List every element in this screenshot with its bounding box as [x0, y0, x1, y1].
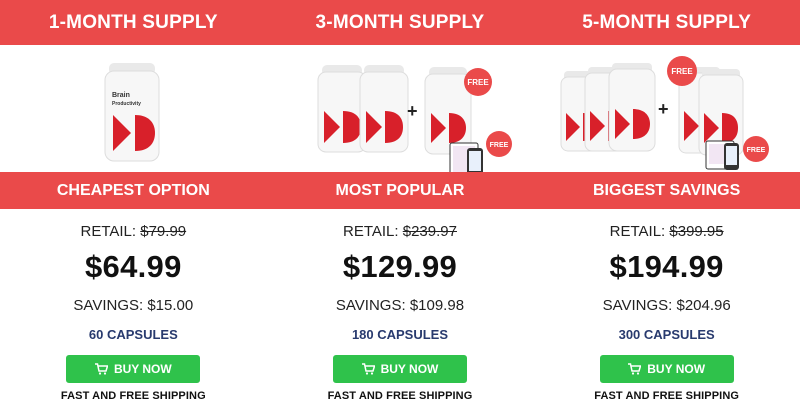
free-badge: FREE: [463, 68, 492, 96]
svg-text:FREE: FREE: [489, 142, 508, 149]
supply-header-band: 1-MONTH SUPPLY 3-MONTH SUPPLY 5-MONTH SU…: [0, 0, 800, 45]
price-band: RETAIL: $79.99 $64.99 SAVINGS: $15.00 60…: [0, 209, 800, 402]
tier-label-band: CHEAPEST OPTION MOST POPULAR BIGGEST SAV…: [0, 172, 800, 209]
plus-sign: +: [407, 101, 418, 121]
bottle: [359, 65, 409, 153]
svg-text:FREE: FREE: [672, 67, 694, 76]
capsule-count: 180 CAPSULES: [351, 327, 449, 342]
shipping-text: FAST AND FREE SHIPPING: [594, 390, 740, 402]
retail-label: RETAIL:: [609, 223, 666, 240]
bottle: [424, 67, 472, 155]
bottle: [317, 65, 367, 153]
savings-text: SAVINGS: $109.98: [335, 297, 465, 314]
svg-text:Productivity: Productivity: [112, 101, 141, 107]
ebook-devices: [449, 142, 483, 172]
tier-3-pricing: RETAIL: $399.95 $194.99 SAVINGS: $204.96…: [533, 209, 800, 402]
cart-icon: [628, 363, 642, 375]
ebook-devices: [705, 140, 740, 170]
retail-label: RETAIL:: [342, 223, 399, 240]
free-badge: FREE: [743, 136, 770, 162]
tier-3-title: 5-MONTH SUPPLY: [582, 11, 752, 33]
savings-text: SAVINGS: $204.96: [602, 297, 731, 314]
tier-2-title: 3-MONTH SUPPLY: [315, 11, 485, 33]
retail-price-line: RETAIL: $79.99: [0, 223, 267, 240]
bottle: Brain Productivity: [104, 63, 160, 162]
retail-price: $399.95: [669, 223, 724, 240]
free-badge: FREE: [485, 131, 512, 157]
plus-sign: +: [658, 99, 669, 119]
sale-price: $129.99: [342, 249, 458, 284]
buy-now-label: BUY NOW: [380, 362, 439, 376]
product-image-band: Brain Productivity + FREE FREE + FREE FR…: [0, 45, 800, 172]
svg-text:FREE: FREE: [747, 147, 766, 154]
buy-now-button[interactable]: BUY NOW: [599, 355, 734, 383]
retail-price: $79.99: [140, 223, 187, 240]
tier-3-label: BIGGEST SAVINGS: [593, 181, 741, 199]
tier-1-pricing: RETAIL: $79.99 $64.99 SAVINGS: $15.00 60…: [0, 209, 267, 402]
capsule-count: 60 CAPSULES: [88, 327, 178, 342]
bottle: [608, 63, 656, 152]
retail-price-line: RETAIL: $399.95: [533, 223, 800, 240]
cart-icon: [94, 363, 108, 375]
tier-3-product-image: + FREE FREE: [533, 45, 800, 172]
tier-2-pricing: RETAIL: $239.97 $129.99 SAVINGS: $109.98…: [267, 209, 534, 402]
svg-text:Brain: Brain: [112, 92, 130, 99]
capsule-count: 300 CAPSULES: [618, 327, 715, 342]
tier-1-label: CHEAPEST OPTION: [56, 181, 210, 199]
cart-icon: [361, 363, 375, 375]
svg-text:FREE: FREE: [467, 78, 489, 87]
shipping-text: FAST AND FREE SHIPPING: [327, 390, 473, 402]
buy-now-label: BUY NOW: [113, 362, 172, 376]
free-badge: FREE: [667, 56, 698, 86]
shipping-text: FAST AND FREE SHIPPING: [60, 390, 206, 402]
retail-label: RETAIL:: [80, 223, 137, 240]
retail-price-line: RETAIL: $239.97: [267, 223, 534, 240]
retail-price: $239.97: [402, 223, 457, 240]
tier-1-product-image: Brain Productivity: [0, 45, 267, 172]
tier-2-label: MOST POPULAR: [335, 181, 465, 199]
savings-text: SAVINGS: $15.00: [73, 297, 194, 314]
buy-now-button[interactable]: BUY NOW: [66, 355, 201, 383]
sale-price: $194.99: [609, 249, 724, 284]
tier-1-title: 1-MONTH SUPPLY: [48, 11, 218, 33]
tier-2-product-image: + FREE FREE: [267, 45, 534, 172]
sale-price: $64.99: [85, 249, 182, 284]
buy-now-button[interactable]: BUY NOW: [332, 355, 467, 383]
buy-now-label: BUY NOW: [647, 362, 706, 376]
